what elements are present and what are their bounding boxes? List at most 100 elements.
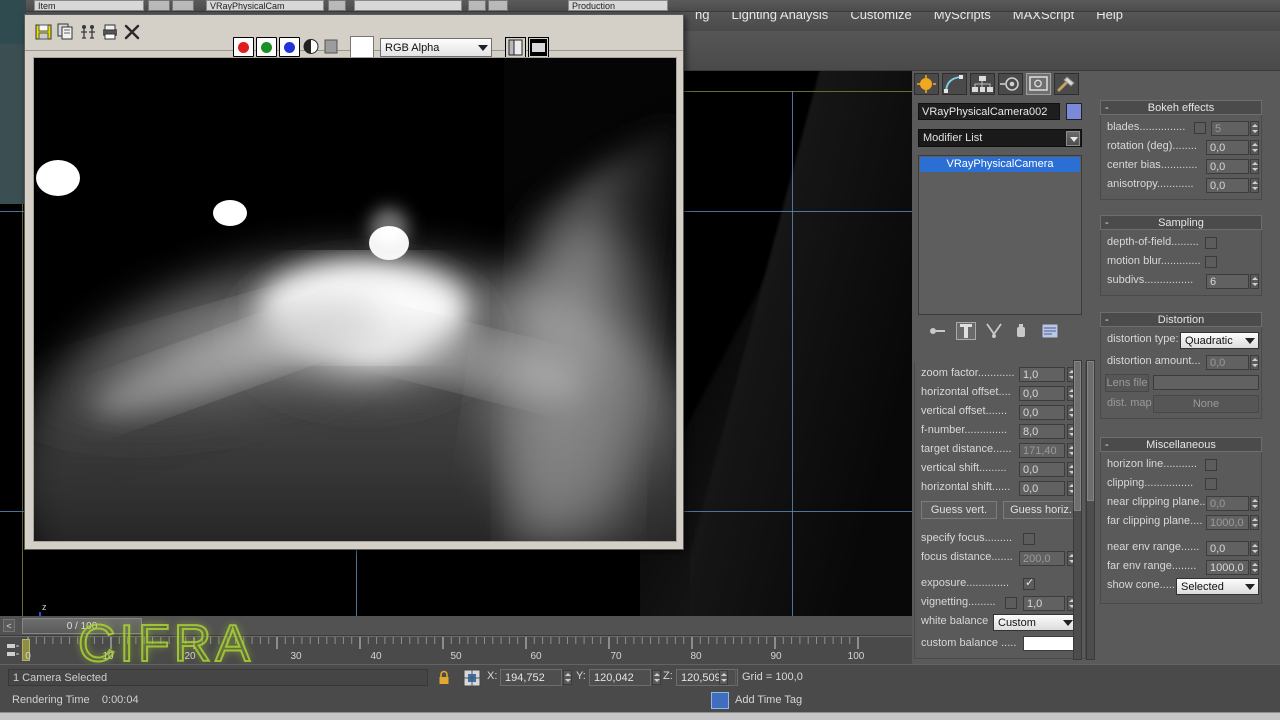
horizontal-offset-field[interactable]: 0,0 xyxy=(1019,386,1065,401)
object-color-swatch[interactable] xyxy=(1066,103,1082,120)
x-coord-spinner[interactable] xyxy=(563,670,572,685)
specify-focus-checkbox[interactable] xyxy=(1023,533,1035,545)
toolbar-btn-a[interactable] xyxy=(148,0,170,11)
sampling-header[interactable]: - Sampling xyxy=(1100,215,1262,230)
near-clipping-plane-spinner[interactable] xyxy=(1250,496,1259,511)
center-bias-spinner[interactable] xyxy=(1250,159,1259,174)
subdivs-spinner[interactable] xyxy=(1250,274,1259,289)
toolbar-name-field[interactable]: Item xyxy=(34,0,144,11)
show-cone-combo[interactable]: Selected xyxy=(1176,578,1259,595)
miscellaneous-header[interactable]: - Miscellaneous xyxy=(1100,437,1262,452)
remove-modifier-button[interactable] xyxy=(1012,322,1032,340)
toolbar-btn-d[interactable] xyxy=(468,0,486,11)
save-image-icon[interactable] xyxy=(35,23,53,41)
lock-selection-icon[interactable] xyxy=(437,670,451,686)
blades-field[interactable]: 5 xyxy=(1211,121,1249,136)
channel-select[interactable]: RGB Alpha xyxy=(380,38,492,57)
far-env-range-spinner[interactable] xyxy=(1250,560,1259,575)
toolbar-camera-field[interactable]: VRayPhysicalCam xyxy=(206,0,324,11)
guess-horiz-button[interactable]: Guess horiz. xyxy=(1003,501,1079,519)
anisotropy-spinner[interactable] xyxy=(1250,178,1259,193)
z-coord-field[interactable]: 120,509 xyxy=(676,669,738,686)
command-panel-scrollbar[interactable] xyxy=(1086,360,1095,660)
red-channel-button[interactable] xyxy=(233,37,254,57)
add-time-tag-label[interactable]: Add Time Tag xyxy=(735,692,802,708)
white-balance-combo[interactable]: Custom xyxy=(993,614,1077,631)
timeline-scroll-left-button[interactable]: < xyxy=(3,619,15,632)
toolbar-preset-field[interactable]: Production xyxy=(568,0,668,11)
rotation-deg-field[interactable]: 0,0 xyxy=(1206,140,1249,155)
toolbar-btn-b[interactable] xyxy=(172,0,194,11)
add-time-tag-icon[interactable] xyxy=(711,692,729,709)
basic-params-scrollbar[interactable] xyxy=(1073,360,1082,660)
tab-hierarchy[interactable] xyxy=(970,73,995,95)
target-distance-field[interactable]: 171,40 xyxy=(1019,443,1065,458)
monochrome-swatch[interactable] xyxy=(350,36,374,58)
distortion-type-combo[interactable]: Quadratic xyxy=(1180,332,1259,349)
lens-file-field[interactable] xyxy=(1153,375,1259,390)
far-env-range-field[interactable]: 1000,0 xyxy=(1206,560,1249,575)
focus-distance-field[interactable]: 200,0 xyxy=(1019,551,1065,566)
rotation-deg-spinner[interactable] xyxy=(1250,140,1259,155)
center-bias-field[interactable]: 0,0 xyxy=(1206,159,1249,174)
blades-checkbox[interactable] xyxy=(1194,122,1206,134)
time-slider-handle[interactable]: 0 / 100 xyxy=(22,618,142,634)
subdivs-field[interactable]: 6 xyxy=(1206,274,1249,289)
y-coord-field[interactable]: 120,042 xyxy=(589,669,651,686)
absolute-mode-transform-icon[interactable] xyxy=(463,669,481,687)
stack-item-vrayphysicalcamera[interactable]: VRayPhysicalCamera xyxy=(920,157,1080,172)
blades-spinner[interactable] xyxy=(1250,121,1259,136)
tab-motion[interactable] xyxy=(998,73,1023,95)
toolbar-btn-c[interactable] xyxy=(328,0,346,11)
near-clipping-plane-field[interactable]: 0,0 xyxy=(1206,496,1249,511)
vertical-shift-field[interactable]: 0,0 xyxy=(1019,462,1065,477)
far-clipping-plane-spinner[interactable] xyxy=(1250,515,1259,530)
scroll-thumb[interactable] xyxy=(1087,361,1094,501)
modifier-stack[interactable]: VRayPhysicalCamera xyxy=(918,155,1082,315)
rendered-image[interactable] xyxy=(33,57,677,542)
object-name-field[interactable]: VRayPhysicalCamera002 xyxy=(918,103,1060,120)
toggle-ui-button[interactable] xyxy=(505,37,526,58)
x-coord-field[interactable]: 194,752 xyxy=(500,669,562,686)
near-env-range-field[interactable]: 0,0 xyxy=(1206,541,1249,556)
blue-channel-button[interactable] xyxy=(279,37,300,57)
alpha-channel-button[interactable] xyxy=(324,38,338,55)
clear-image-icon[interactable] xyxy=(123,23,141,41)
tab-utilities[interactable] xyxy=(1054,73,1079,95)
motion-blur-checkbox[interactable] xyxy=(1205,256,1217,268)
green-channel-button[interactable] xyxy=(256,37,277,57)
copy-image-icon[interactable] xyxy=(57,23,75,41)
far-clipping-plane-field[interactable]: 1000,0 xyxy=(1206,515,1249,530)
track-bar[interactable]: 0 10 20 30 40 50 60 70 80 90 100 xyxy=(0,636,912,664)
pin-stack-button[interactable] xyxy=(928,322,948,340)
print-image-icon[interactable] xyxy=(101,23,119,41)
modifier-list-dropdown[interactable]: Modifier List xyxy=(918,129,1082,147)
scroll-thumb[interactable] xyxy=(1074,361,1081,511)
clone-image-icon[interactable] xyxy=(79,23,97,41)
f-number-field[interactable]: 8,0 xyxy=(1019,424,1065,439)
near-env-range-spinner[interactable] xyxy=(1250,541,1259,556)
z-coord-spinner[interactable] xyxy=(719,670,728,685)
vertical-offset-field[interactable]: 0,0 xyxy=(1019,405,1065,420)
depth-of-field-checkbox[interactable] xyxy=(1205,237,1217,249)
horizon-line-checkbox[interactable] xyxy=(1205,459,1217,471)
vignetting-checkbox[interactable] xyxy=(1005,597,1017,609)
distortion-amount-spinner[interactable] xyxy=(1250,355,1259,370)
display-alpha-button[interactable] xyxy=(528,37,549,58)
exposure-checkbox[interactable] xyxy=(1023,576,1035,590)
make-unique-button[interactable] xyxy=(984,322,1004,340)
tab-modify[interactable] xyxy=(942,73,967,95)
configure-modifier-sets-button[interactable] xyxy=(1040,322,1060,340)
vignetting-field[interactable]: 1,0 xyxy=(1023,596,1065,611)
tab-display[interactable] xyxy=(1026,73,1051,95)
distortion-amount-field[interactable]: 0,0 xyxy=(1206,355,1249,370)
bokeh-effects-header[interactable]: - Bokeh effects xyxy=(1100,100,1262,115)
dist-map-button[interactable]: None xyxy=(1153,395,1259,413)
lens-file-button[interactable]: Lens file xyxy=(1105,374,1149,392)
custom-balance-swatch[interactable] xyxy=(1023,636,1077,651)
toolbar-btn-e[interactable] xyxy=(488,0,508,11)
guess-vert-button[interactable]: Guess vert. xyxy=(921,501,997,519)
zoom-factor-field[interactable]: 1,0 xyxy=(1019,367,1065,382)
y-coord-spinner[interactable] xyxy=(652,670,661,685)
open-mini-curve-editor-icon[interactable] xyxy=(6,642,20,660)
